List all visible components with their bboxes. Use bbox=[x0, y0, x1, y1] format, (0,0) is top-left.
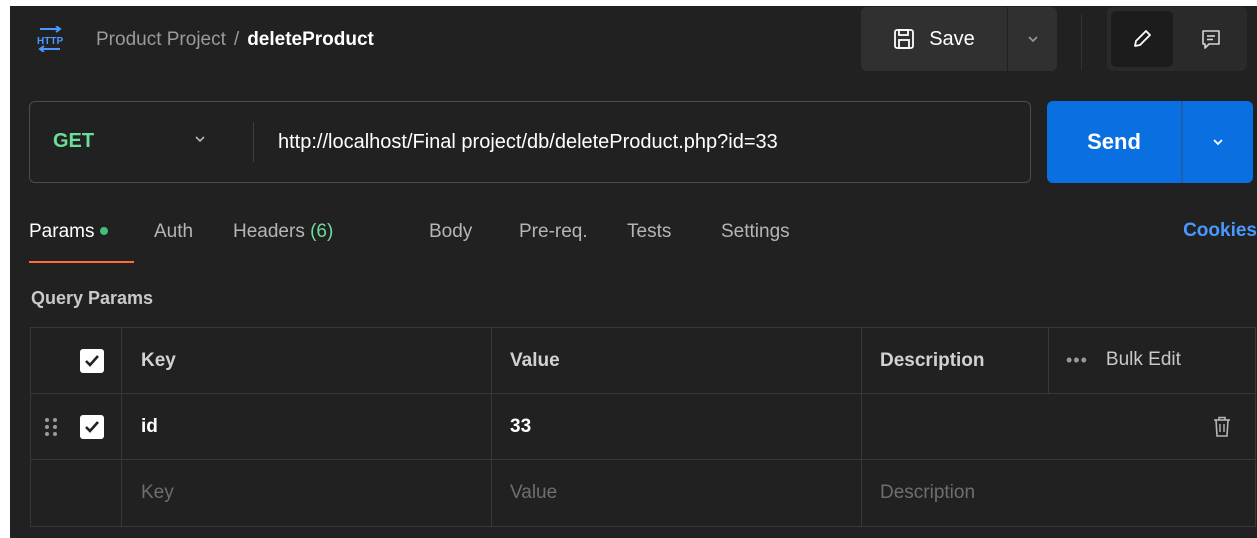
method-label: GET bbox=[53, 130, 95, 152]
breadcrumb: Product Project / deleteProduct bbox=[96, 28, 374, 52]
checkmark-icon bbox=[85, 421, 99, 433]
save-button[interactable]: Save bbox=[861, 7, 1007, 71]
table-actions: ••• Bulk Edit bbox=[1066, 349, 1181, 371]
save-button-group: Save bbox=[861, 7, 1057, 71]
save-icon bbox=[894, 29, 915, 49]
params-active-dot bbox=[100, 226, 109, 235]
http-icon: HTTP bbox=[37, 26, 63, 52]
tab-params[interactable]: Params bbox=[29, 220, 109, 244]
new-param-row: Key Value Description bbox=[31, 460, 1255, 526]
save-label: Save bbox=[929, 27, 975, 50]
http-icon-label: HTTP bbox=[37, 36, 63, 47]
tab-auth[interactable]: Auth bbox=[154, 220, 193, 244]
header-divider bbox=[1081, 14, 1082, 70]
pencil-icon bbox=[1134, 30, 1151, 47]
select-all-checkbox[interactable] bbox=[80, 349, 104, 373]
table-row: id 33 bbox=[31, 394, 1255, 460]
tab-headers[interactable]: Headers (6) bbox=[233, 220, 333, 244]
tab-params-label: Params bbox=[29, 221, 95, 242]
column-header-description: Description bbox=[880, 350, 985, 371]
url-input[interactable] bbox=[278, 126, 1018, 158]
bulk-edit-button[interactable]: Bulk Edit bbox=[1106, 349, 1181, 371]
row-enabled-checkbox[interactable] bbox=[80, 415, 104, 439]
query-params-title: Query Params bbox=[31, 288, 154, 308]
new-key-input[interactable]: Key bbox=[141, 481, 174, 505]
tab-tests[interactable]: Tests bbox=[627, 220, 671, 244]
breadcrumb-project[interactable]: Product Project bbox=[96, 29, 226, 50]
table-header-row: Key Value Description ••• Bulk Edit bbox=[31, 328, 1255, 394]
param-key-cell[interactable]: id bbox=[141, 415, 158, 439]
trash-icon[interactable] bbox=[1211, 415, 1233, 439]
comment-icon bbox=[1202, 30, 1220, 49]
tab-settings[interactable]: Settings bbox=[721, 220, 790, 244]
method-divider bbox=[253, 122, 254, 162]
new-value-input[interactable]: Value bbox=[510, 481, 557, 505]
new-description-input[interactable]: Description bbox=[880, 481, 975, 505]
breadcrumb-separator: / bbox=[233, 29, 240, 50]
query-params-table: Key Value Description ••• Bulk Edit id 3… bbox=[30, 327, 1256, 527]
drag-handle-icon[interactable] bbox=[43, 415, 61, 439]
active-tab-indicator bbox=[29, 261, 134, 263]
send-button[interactable]: Send bbox=[1047, 101, 1181, 183]
send-button-group: Send bbox=[1047, 101, 1253, 183]
cookies-link[interactable]: Cookies bbox=[1183, 220, 1257, 242]
checkmark-icon bbox=[85, 355, 99, 367]
headers-count: (6) bbox=[310, 221, 334, 242]
save-options-button[interactable] bbox=[1008, 7, 1057, 71]
param-value-cell[interactable]: 33 bbox=[510, 415, 531, 439]
request-header: HTTP Product Project / deleteProduct Save bbox=[10, 6, 1257, 78]
column-header-value: Value bbox=[510, 350, 560, 371]
tab-body[interactable]: Body bbox=[429, 220, 472, 244]
edit-button[interactable] bbox=[1111, 11, 1173, 67]
view-toggle-group bbox=[1107, 7, 1247, 71]
chevron-down-icon bbox=[1213, 139, 1223, 146]
method-selector[interactable]: GET bbox=[30, 102, 252, 182]
request-name[interactable]: deleteProduct bbox=[247, 29, 374, 50]
tab-prereq[interactable]: Pre-req. bbox=[519, 220, 588, 244]
url-bar: GET bbox=[29, 101, 1031, 183]
tab-headers-label: Headers bbox=[233, 221, 305, 242]
request-tabs: Params Auth Headers (6) Body Pre-req. Te… bbox=[10, 216, 1257, 266]
request-panel: HTTP Product Project / deleteProduct Save bbox=[10, 6, 1257, 538]
comments-button[interactable] bbox=[1179, 11, 1243, 67]
chevron-down-icon bbox=[195, 136, 205, 143]
more-options-button[interactable]: ••• bbox=[1066, 350, 1088, 371]
chevron-down-icon bbox=[1027, 36, 1038, 43]
send-options-button[interactable] bbox=[1183, 101, 1253, 183]
column-header-key: Key bbox=[141, 350, 176, 371]
